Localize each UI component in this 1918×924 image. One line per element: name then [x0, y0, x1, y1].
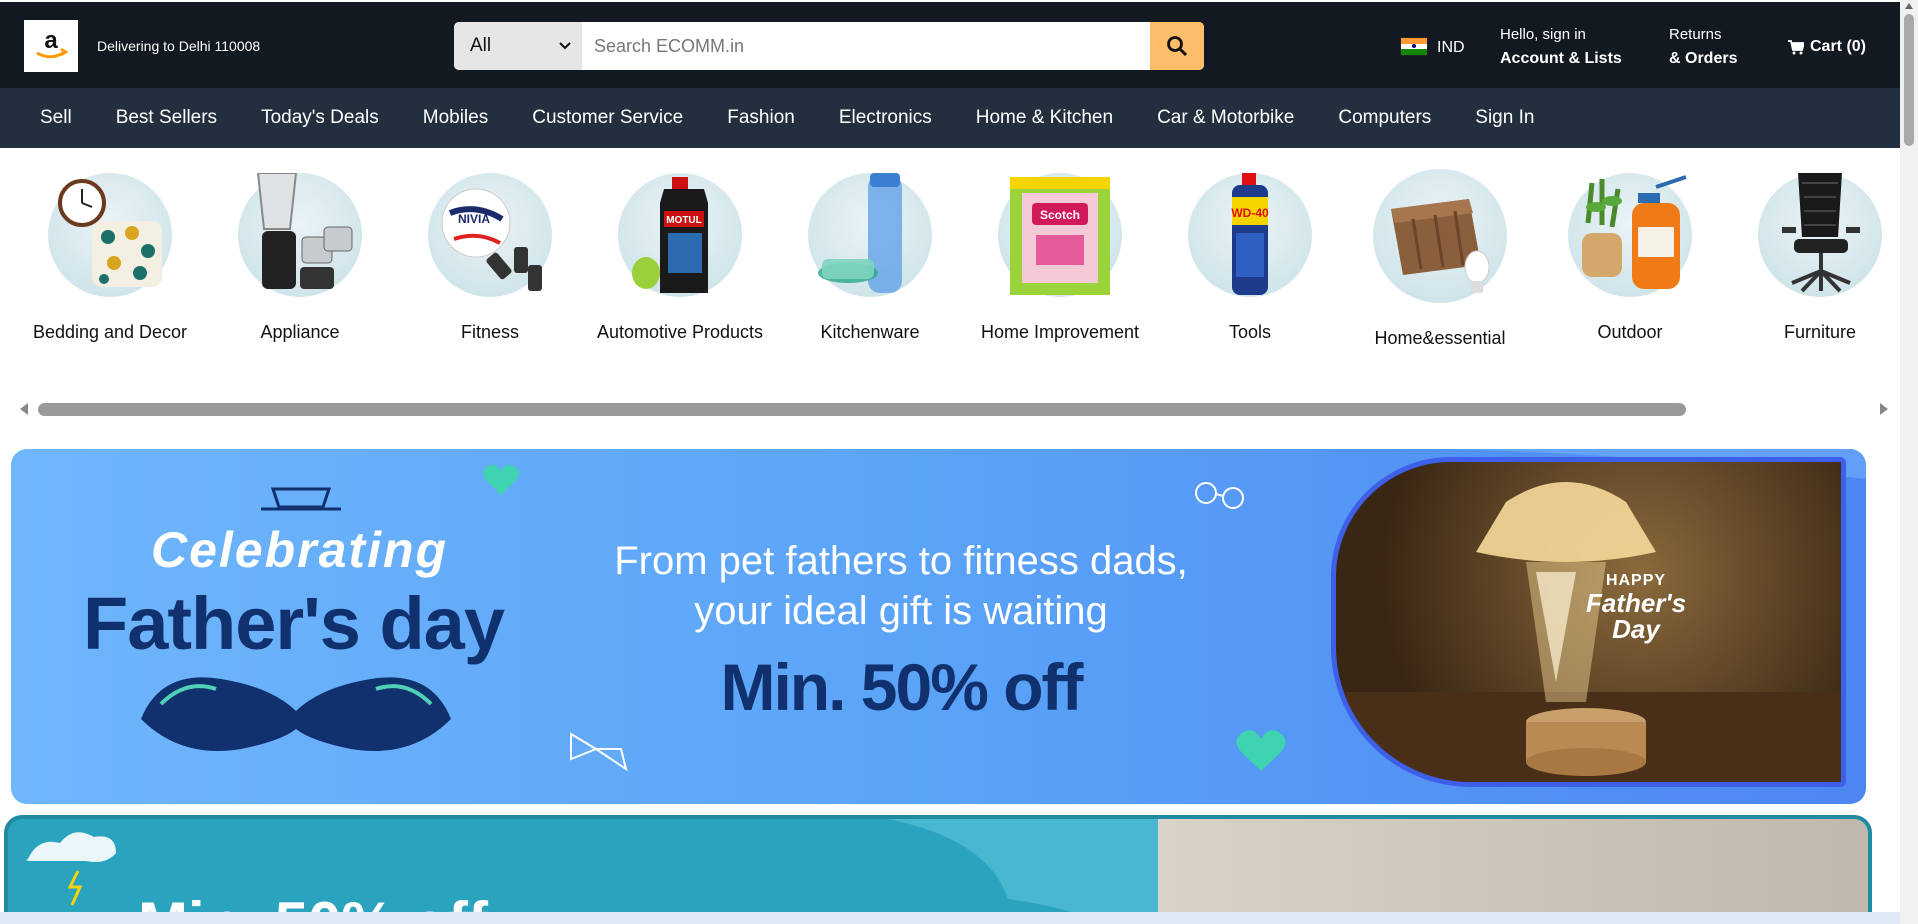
nav-item-best-sellers[interactable]: Best Sellers [94, 107, 239, 129]
nav-item-mobiles[interactable]: Mobiles [401, 107, 510, 129]
appliance-image [238, 173, 362, 297]
fitness-image: NIVIA [428, 173, 552, 297]
sign-in-greeting[interactable]: Hello, sign in [1500, 26, 1586, 43]
bedding-decor-image [48, 173, 172, 297]
orders-link[interactable]: & Orders [1669, 50, 1737, 68]
scroll-up-arrow-icon[interactable] [1905, 3, 1913, 9]
returns-label[interactable]: Returns [1669, 26, 1722, 43]
page-scrollbar[interactable] [1900, 0, 1918, 924]
category-label: Bedding and Decor [32, 322, 188, 342]
category-tools[interactable]: WD-40 Tools [1155, 173, 1345, 346]
category-label: Kitchenware [820, 322, 920, 342]
banner-title: Father's day [83, 582, 505, 665]
lamp-text-bottom: Father's Day [1585, 588, 1687, 644]
category-label: Appliance [260, 322, 340, 342]
interior-photo [1158, 819, 1868, 924]
category-bedding-decor[interactable]: Bedding and Decor [15, 173, 205, 346]
svg-text:MOTUL: MOTUL [666, 215, 702, 226]
store-logo[interactable]: a [24, 20, 78, 72]
banner-line-2: your ideal gift is waiting [694, 589, 1108, 633]
banner-line-1: From pet fathers to fitness dads, [614, 539, 1188, 583]
main-nav: Sell Best Sellers Today's Deals Mobiles … [0, 88, 1900, 148]
fathers-day-banner[interactable]: Celebrating Father's day From pet father… [11, 449, 1866, 804]
language-selector[interactable]: IND [1437, 39, 1465, 57]
category-appliance[interactable]: Appliance [205, 173, 395, 346]
india-flag-icon[interactable] [1400, 37, 1428, 56]
category-label: Home&essential [1374, 328, 1506, 348]
category-carousel: Bedding and Decor Appliance NIVIA Fitnes… [0, 148, 1900, 398]
category-furniture[interactable]: Furniture [1725, 173, 1915, 346]
category-label: Fitness [460, 322, 520, 342]
outdoor-image [1568, 173, 1692, 297]
category-label: Furniture [1783, 322, 1857, 342]
page-scrollbar-thumb[interactable] [1904, 14, 1914, 146]
search-input[interactable] [582, 22, 1150, 70]
svg-text:WD-40: WD-40 [1231, 206, 1269, 220]
svg-text:Scotch: Scotch [1040, 208, 1080, 222]
svg-text:a: a [44, 28, 58, 54]
lamp-text: HAPPY Father's Day [1566, 572, 1706, 642]
lamp-photo: HAPPY Father's Day [1331, 457, 1846, 787]
delivery-location[interactable]: Delivering to Delhi 110008 [97, 38, 260, 54]
search-icon [1167, 36, 1188, 57]
category-scrollbar[interactable] [12, 399, 1888, 419]
nav-item-fashion[interactable]: Fashion [705, 107, 817, 129]
nav-item-car-motorbike[interactable]: Car & Motorbike [1135, 107, 1316, 129]
tools-image: WD-40 [1188, 173, 1312, 297]
automotive-image: MOTUL [618, 173, 742, 297]
page: { "header": { "delivery_text": "Deliveri… [0, 0, 1918, 924]
nav-item-sign-in[interactable]: Sign In [1453, 107, 1556, 129]
status-strip [0, 912, 1900, 924]
chevron-down-icon [559, 42, 571, 50]
logo-icon: a [36, 28, 69, 59]
category-kitchenware[interactable]: Kitchenware [775, 173, 965, 346]
banner-celebrating: Celebrating [151, 522, 449, 578]
cart-label: Cart (0) [1810, 38, 1867, 55]
banner-offer: Min. 50% off [720, 650, 1083, 724]
nav-item-sell[interactable]: Sell [18, 107, 94, 129]
category-label: Tools [1228, 322, 1272, 342]
category-label: Automotive Products [596, 322, 764, 342]
category-automotive[interactable]: MOTUL Automotive Products [585, 173, 775, 346]
category-home-essential[interactable]: Home&essential [1345, 169, 1535, 352]
scroll-right-arrow-icon[interactable] [1880, 403, 1888, 415]
svg-text:NIVIA: NIVIA [458, 212, 490, 226]
home-improvement-image: Scotch [998, 173, 1122, 297]
category-home-improvement[interactable]: Scotch Home Improvement [965, 173, 1155, 346]
category-outdoor[interactable]: Outdoor [1535, 173, 1725, 346]
search-category-select[interactable]: All [454, 22, 582, 70]
scroll-left-arrow-icon[interactable] [20, 403, 28, 415]
search-category-value: All [470, 35, 492, 56]
nav-item-todays-deals[interactable]: Today's Deals [239, 107, 401, 129]
search-bar: All [454, 22, 1204, 70]
search-button[interactable] [1150, 22, 1204, 70]
nav-item-customer-service[interactable]: Customer Service [510, 107, 705, 129]
nav-item-computers[interactable]: Computers [1316, 107, 1453, 129]
cart-icon [1788, 39, 1804, 54]
furniture-image [1758, 173, 1882, 297]
cart-button[interactable]: Cart (0) [1788, 38, 1866, 56]
category-label: Home Improvement [980, 322, 1140, 342]
scrollbar-thumb[interactable] [38, 403, 1686, 416]
top-header: a Delivering to Delhi 110008 All IND Hel… [0, 2, 1900, 88]
category-fitness[interactable]: NIVIA Fitness [395, 173, 585, 346]
second-banner[interactable]: Min. 50% off [4, 815, 1872, 924]
account-lists-link[interactable]: Account & Lists [1500, 50, 1622, 68]
nav-item-home-kitchen[interactable]: Home & Kitchen [954, 107, 1135, 129]
kitchenware-image [808, 173, 932, 297]
home-essential-image [1373, 169, 1507, 303]
nav-item-electronics[interactable]: Electronics [817, 107, 954, 129]
category-label: Outdoor [1597, 322, 1663, 342]
